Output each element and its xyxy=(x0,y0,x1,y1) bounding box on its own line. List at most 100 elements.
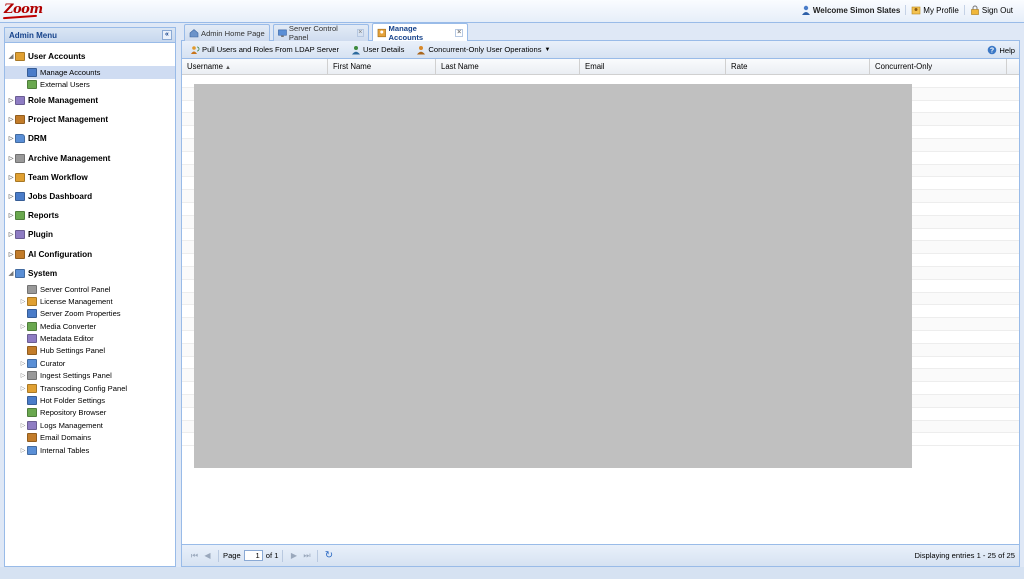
expand-arrow-icon[interactable]: ▷ xyxy=(19,360,27,367)
tab-manage-accounts[interactable]: Manage Accounts × xyxy=(372,23,468,42)
sidebar-item-server-control-panel[interactable]: Server Control Panel xyxy=(5,283,175,295)
sidebar-item-jobs-dashboard[interactable]: ▷ Jobs Dashboard xyxy=(5,187,175,206)
column-label: Rate xyxy=(731,62,748,71)
sidebar-item-team-workflow[interactable]: ▷ Team Workflow xyxy=(5,168,175,187)
reports-icon xyxy=(15,211,25,221)
column-header-rate[interactable]: Rate xyxy=(726,59,870,74)
sidebar-item-label: Role Management xyxy=(28,96,99,106)
welcome-user: Welcome Simon Slates xyxy=(796,5,905,15)
expand-arrow-icon[interactable]: ▷ xyxy=(19,323,27,330)
tab-server-control-panel[interactable]: Server Control Panel × xyxy=(273,24,369,42)
first-page-button[interactable]: ⏮ xyxy=(188,551,201,561)
expand-arrow-icon[interactable]: ▷ xyxy=(7,155,15,162)
hot-folder-icon xyxy=(27,396,37,406)
expand-arrow-icon[interactable]: ▷ xyxy=(19,298,27,305)
sidebar-item-plugin[interactable]: ▷ Plugin xyxy=(5,225,175,244)
top-bar: Zoom Welcome Simon Slates My Profile Sig… xyxy=(0,0,1024,23)
sidebar-item-curator[interactable]: ▷ Curator xyxy=(5,357,175,369)
sidebar-item-hot-folder-settings[interactable]: Hot Folder Settings xyxy=(5,394,175,406)
hierarchy-icon xyxy=(27,408,37,418)
sidebar-item-label: Hub Settings Panel xyxy=(40,346,106,356)
collapse-panel-button[interactable]: « xyxy=(162,30,172,40)
user-icon xyxy=(801,5,810,15)
sidebar-item-project-management[interactable]: ▷ Project Management xyxy=(5,110,175,129)
column-header-first-name[interactable]: First Name xyxy=(328,59,436,74)
sidebar-item-label: Server Control Panel xyxy=(40,284,111,294)
sidebar-item-archive-management[interactable]: ▷ Archive Management xyxy=(5,149,175,168)
expanded-arrow-icon[interactable]: ◢ xyxy=(7,53,15,60)
logs-icon xyxy=(27,420,37,430)
sidebar-item-license-management[interactable]: ▷ License Management xyxy=(5,295,175,307)
sidebar-item-system[interactable]: ◢ System xyxy=(5,264,175,283)
column-header-email[interactable]: Email xyxy=(580,59,726,74)
sidebar-item-ai-configuration[interactable]: ▷ AI Configuration xyxy=(5,244,175,263)
concurrent-ops-button[interactable]: Concurrent-Only User Operations ▼ xyxy=(412,45,554,55)
grid-toolbar: Pull Users and Roles From LDAP Server Us… xyxy=(182,41,1019,59)
my-profile-link[interactable]: My Profile xyxy=(905,5,964,15)
column-header-last-name[interactable]: Last Name xyxy=(436,59,580,74)
expand-arrow-icon[interactable]: ▷ xyxy=(19,385,27,392)
chevron-down-icon: ▼ xyxy=(544,46,551,53)
expand-arrow-icon[interactable]: ▷ xyxy=(7,212,15,219)
tab-admin-home[interactable]: Admin Home Page xyxy=(184,24,270,41)
converter-icon xyxy=(27,321,37,331)
lock-icon xyxy=(971,5,979,15)
sidebar-item-hub-settings-panel[interactable]: Hub Settings Panel xyxy=(5,345,175,357)
sidebar-item-manage-accounts[interactable]: Manage Accounts xyxy=(5,66,175,79)
expand-arrow-icon[interactable]: ▷ xyxy=(7,231,15,238)
sidebar-item-internal-tables[interactable]: ▷ Internal Tables xyxy=(5,444,175,456)
sidebar-item-reports[interactable]: ▷ Reports xyxy=(5,206,175,225)
sidebar-item-repository-browser[interactable]: Repository Browser xyxy=(5,407,175,419)
sidebar-item-external-users[interactable]: External Users xyxy=(5,79,175,91)
prev-page-button[interactable]: ◀ xyxy=(201,551,214,560)
expand-arrow-icon[interactable]: ▷ xyxy=(7,174,15,181)
expand-arrow-icon[interactable]: ▷ xyxy=(19,447,27,454)
tab-label: Manage Accounts xyxy=(388,23,424,42)
user-details-label: User Details xyxy=(363,45,405,54)
admin-menu-tree: ◢ User Accounts Manage Accounts External Us… xyxy=(5,43,175,456)
close-icon[interactable]: × xyxy=(356,29,364,37)
next-page-button[interactable]: ▶ xyxy=(287,551,300,560)
sidebar-item-metadata-editor[interactable]: Metadata Editor xyxy=(5,332,175,344)
sidebar-item-logs-management[interactable]: ▷ Logs Management xyxy=(5,419,175,431)
pull-users-button[interactable]: Pull Users and Roles From LDAP Server xyxy=(186,45,343,55)
profile-icon xyxy=(911,6,921,15)
sidebar-item-label: Email Domains xyxy=(40,433,92,443)
expand-arrow-icon[interactable]: ▷ xyxy=(7,193,15,200)
refresh-icon[interactable]: ↻ xyxy=(322,550,335,561)
redacted-area xyxy=(194,84,912,468)
expand-arrow-icon[interactable]: ▷ xyxy=(7,116,15,123)
sidebar-item-label: Metadata Editor xyxy=(40,334,94,344)
sidebar-item-server-zoom-properties[interactable]: Server Zoom Properties xyxy=(5,308,175,320)
sign-out-link[interactable]: Sign Out xyxy=(963,5,1018,15)
expand-arrow-icon[interactable]: ▷ xyxy=(19,372,27,379)
column-label: Last Name xyxy=(441,62,479,71)
last-page-button[interactable]: ⏭ xyxy=(300,551,313,561)
expand-arrow-icon[interactable]: ▷ xyxy=(7,97,15,104)
sidebar-item-user-accounts[interactable]: ◢ User Accounts xyxy=(5,47,175,66)
sidebar-item-drm[interactable]: ▷ DRM xyxy=(5,129,175,148)
sidebar-item-role-management[interactable]: ▷ Role Management xyxy=(5,91,175,110)
admin-menu-title: Admin Menu xyxy=(9,31,57,40)
expand-arrow-icon[interactable]: ▷ xyxy=(7,251,15,258)
manage-accounts-icon xyxy=(377,28,386,37)
sidebar-item-email-domains[interactable]: Email Domains xyxy=(5,432,175,444)
sidebar-item-transcoding-config-panel[interactable]: ▷ Transcoding Config Panel xyxy=(5,382,175,394)
concurrent-ops-label: Concurrent-Only User Operations xyxy=(428,45,542,54)
help-button[interactable]: ? Help xyxy=(987,45,1015,55)
column-header-username[interactable]: Username ▲ xyxy=(182,59,328,74)
hierarchy-icon xyxy=(27,371,37,381)
expand-arrow-icon[interactable]: ▷ xyxy=(7,135,15,142)
user-details-button[interactable]: User Details xyxy=(347,45,408,55)
close-icon[interactable]: × xyxy=(455,28,463,37)
sidebar-item-media-converter[interactable]: ▷ Media Converter xyxy=(5,320,175,332)
page-number-input[interactable] xyxy=(243,550,263,561)
sidebar-item-ingest-settings-panel[interactable]: ▷ Ingest Settings Panel xyxy=(5,370,175,382)
sidebar-item-label: DRM xyxy=(28,134,47,144)
monitor-icon xyxy=(278,29,287,38)
expanded-arrow-icon[interactable]: ◢ xyxy=(7,270,15,277)
column-header-concurrent-only[interactable]: Concurrent-Only xyxy=(870,59,1007,74)
expand-arrow-icon[interactable]: ▷ xyxy=(19,422,27,429)
users-icon xyxy=(15,52,25,62)
tab-label: Admin Home Page xyxy=(201,28,265,38)
